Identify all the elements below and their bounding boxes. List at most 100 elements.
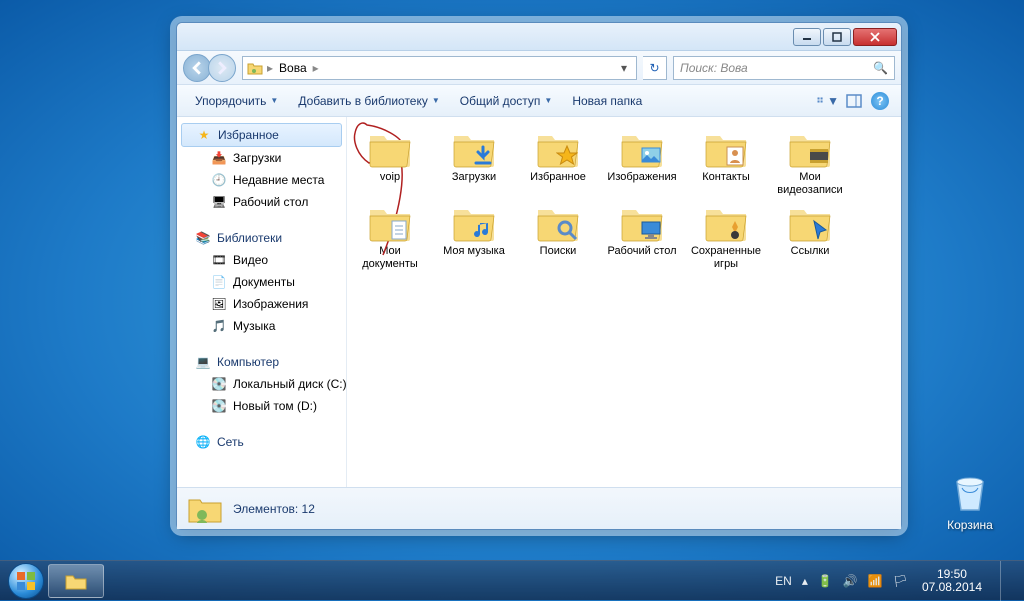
folder-item[interactable]: Контакты xyxy=(689,127,763,197)
search-icon: 🔍 xyxy=(873,61,888,75)
folder-label: voip xyxy=(380,171,400,184)
sidebar-computer[interactable]: 💻Компьютер xyxy=(177,351,346,373)
computer-icon: 💻 xyxy=(195,354,211,370)
share-button[interactable]: Общий доступ▼ xyxy=(452,90,561,112)
folder-item[interactable]: Поиски xyxy=(521,201,595,271)
folder-item[interactable]: Мои видеозаписи xyxy=(773,127,847,197)
folder-label: Поиски xyxy=(540,245,577,258)
breadcrumb-sep: ▸ xyxy=(313,61,319,75)
minimize-button[interactable] xyxy=(793,28,821,46)
folder-icon xyxy=(702,127,750,169)
folder-item[interactable]: voip xyxy=(353,127,427,197)
clock[interactable]: 19:50 07.08.2014 xyxy=(918,568,986,594)
recycle-bin[interactable]: Корзина xyxy=(932,470,1008,532)
folder-item[interactable]: Ссылки xyxy=(773,201,847,271)
sidebar-item-downloads[interactable]: 📥Загрузки xyxy=(177,147,346,169)
network-icon: 🌐 xyxy=(195,434,211,450)
sidebar-item-documents[interactable]: 📄Документы xyxy=(177,271,346,293)
folder-icon xyxy=(702,201,750,243)
search-input[interactable]: Поиск: Вова 🔍 xyxy=(673,56,895,80)
address-dropdown[interactable]: ▾ xyxy=(616,61,632,75)
organize-button[interactable]: Упорядочить▼ xyxy=(187,90,286,112)
help-button[interactable]: ? xyxy=(869,90,891,112)
refresh-button[interactable]: ↻ xyxy=(643,56,667,80)
recent-icon: 🕘 xyxy=(211,172,227,188)
network-icon[interactable]: 📶 xyxy=(868,574,883,588)
sidebar-item-drive-d[interactable]: 💽Новый том (D:) xyxy=(177,395,346,417)
taskbar-item-explorer[interactable] xyxy=(48,564,104,598)
folder-icon xyxy=(534,127,582,169)
folder-icon xyxy=(786,127,834,169)
folder-item[interactable]: Сохраненные игры xyxy=(689,201,763,271)
titlebar[interactable] xyxy=(177,23,901,51)
start-button[interactable] xyxy=(6,561,46,601)
tray-chevron-icon[interactable]: ▴ xyxy=(802,574,808,588)
folder-label: Ссылки xyxy=(791,245,830,258)
sidebar-item-desktop[interactable]: 🖥Рабочий стол xyxy=(177,191,346,213)
action-center-icon[interactable]: 🏳 xyxy=(893,574,908,588)
taskbar: EN ▴ 🔋 🔊 📶 🏳 19:50 07.08.2014 xyxy=(0,560,1024,600)
status-label: Элементов: xyxy=(233,502,298,516)
sidebar-item-music[interactable]: 🎵Музыка xyxy=(177,315,346,337)
sidebar-item-drive-c[interactable]: 💽Локальный диск (C:) xyxy=(177,373,346,395)
content-pane[interactable]: voip Загрузки Избранное Изображения Контакты… xyxy=(347,117,901,487)
sidebar-network[interactable]: 🌐Сеть xyxy=(177,431,346,453)
add-to-library-button[interactable]: Добавить в библиотеку▼ xyxy=(290,90,447,112)
folder-item[interactable]: Моя музыка xyxy=(437,201,511,271)
close-button[interactable] xyxy=(853,28,897,46)
desktop-icon: 🖥 xyxy=(211,194,227,210)
sidebar-item-recent[interactable]: 🕘Недавние места xyxy=(177,169,346,191)
drive-icon: 💽 xyxy=(211,376,227,392)
sidebar-item-images[interactable]: 🖼Изображения xyxy=(177,293,346,315)
view-options-button[interactable]: ▼ xyxy=(817,90,839,112)
explorer-window: ▸ Вова ▸ ▾ ↻ Поиск: Вова 🔍 Упорядочить▼ … xyxy=(176,22,902,530)
show-desktop-button[interactable] xyxy=(1000,561,1012,601)
address-bar[interactable]: ▸ Вова ▸ ▾ xyxy=(242,56,637,80)
sidebar-item-video[interactable]: 🎞Видео xyxy=(177,249,346,271)
video-icon: 🎞 xyxy=(211,252,227,268)
system-tray: EN ▴ 🔋 🔊 📶 🏳 19:50 07.08.2014 xyxy=(769,561,1018,601)
breadcrumb-sep: ▸ xyxy=(267,61,273,75)
toolbar: Упорядочить▼ Добавить в библиотеку▼ Общи… xyxy=(177,85,901,117)
folder-label: Изображения xyxy=(607,171,676,184)
sidebar-libraries[interactable]: 📚Библиотеки xyxy=(177,227,346,249)
battery-icon[interactable]: 🔋 xyxy=(818,574,833,588)
folder-item[interactable]: Загрузки xyxy=(437,127,511,197)
folder-icon xyxy=(786,201,834,243)
drive-icon: 💽 xyxy=(211,398,227,414)
preview-pane-button[interactable] xyxy=(843,90,865,112)
libraries-icon: 📚 xyxy=(195,230,211,246)
new-folder-button[interactable]: Новая папка xyxy=(564,90,650,112)
folder-label: Мои документы xyxy=(353,245,427,271)
folder-label: Загрузки xyxy=(452,171,496,184)
recycle-bin-label: Корзина xyxy=(932,518,1008,532)
windows-orb-icon xyxy=(8,563,44,599)
volume-icon[interactable]: 🔊 xyxy=(843,574,858,588)
language-indicator[interactable]: EN xyxy=(775,574,792,588)
folder-icon xyxy=(366,127,414,169)
download-icon: 📥 xyxy=(211,150,227,166)
folder-icon xyxy=(366,201,414,243)
folder-item[interactable]: Рабочий стол xyxy=(605,201,679,271)
folder-label: Мои видеозаписи xyxy=(773,171,847,197)
folder-label: Избранное xyxy=(530,171,586,184)
recycle-bin-icon xyxy=(947,470,993,516)
nav-bar: ▸ Вова ▸ ▾ ↻ Поиск: Вова 🔍 xyxy=(177,51,901,85)
folder-item[interactable]: Мои документы xyxy=(353,201,427,271)
back-button[interactable] xyxy=(183,54,211,82)
folder-icon xyxy=(534,201,582,243)
folder-icon xyxy=(64,571,88,591)
star-icon: ★ xyxy=(196,127,212,143)
search-placeholder: Поиск: Вова xyxy=(680,61,748,75)
status-bar: Элементов: 12 xyxy=(177,487,901,529)
folder-icon xyxy=(450,201,498,243)
sidebar-favorites[interactable]: ★Избранное xyxy=(181,123,342,147)
folder-item[interactable]: Изображения xyxy=(605,127,679,197)
status-count: 12 xyxy=(302,502,315,516)
folder-label: Рабочий стол xyxy=(607,245,676,258)
folder-item[interactable]: Избранное xyxy=(521,127,595,197)
images-icon: 🖼 xyxy=(211,296,227,312)
breadcrumb-item[interactable]: Вова xyxy=(277,61,309,75)
forward-button[interactable] xyxy=(208,54,236,82)
maximize-button[interactable] xyxy=(823,28,851,46)
